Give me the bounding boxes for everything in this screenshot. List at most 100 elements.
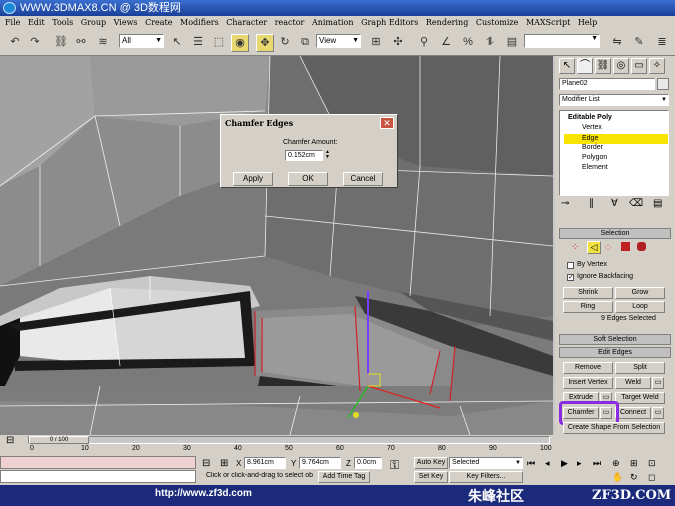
create-tab-icon[interactable]: ↖ — [559, 58, 575, 74]
named-selection-icon[interactable]: ▤ — [503, 34, 521, 52]
chamfer-amount-input[interactable]: 0.152cm — [285, 150, 323, 161]
select-object-icon[interactable]: ↖ — [168, 34, 186, 52]
redo-icon[interactable]: ↷ — [26, 34, 44, 52]
grow-button[interactable]: Grow — [615, 287, 665, 299]
z-coordinate-field[interactable]: 0.0cm — [354, 457, 382, 469]
menu-customize[interactable]: Customize — [476, 18, 519, 27]
cancel-button[interactable]: Cancel — [343, 172, 383, 186]
key-filters-button[interactable]: Key Filters... — [449, 471, 523, 483]
window-crossing-icon[interactable]: ◉ — [231, 34, 249, 52]
maxscript-output[interactable] — [0, 470, 196, 483]
menu-create[interactable]: Create — [145, 18, 172, 27]
menu-edit[interactable]: Edit — [28, 18, 45, 27]
mirror-icon[interactable]: ⇋ — [608, 34, 626, 52]
percent-snap-icon[interactable]: % — [459, 34, 477, 52]
viewport-canvas[interactable] — [0, 56, 553, 435]
spinner-snap-icon[interactable]: ⥮ — [481, 34, 499, 52]
stack-item-edge[interactable]: Edge — [564, 134, 668, 144]
bind-space-warp-icon[interactable]: ≋ — [94, 34, 112, 52]
undo-icon[interactable]: ↶ — [6, 34, 24, 52]
zoom-all-icon[interactable]: ⊞ — [630, 458, 638, 469]
shrink-button[interactable]: Shrink — [563, 287, 613, 299]
edit-edges-rollout-header[interactable]: Edit Edges — [559, 347, 671, 358]
menu-group[interactable]: Group — [81, 18, 106, 27]
named-selection-dropdown[interactable]: ▼ — [524, 34, 600, 48]
go-to-end-icon[interactable]: ⏭ — [593, 458, 601, 469]
time-slider-track[interactable]: 0 / 100 — [28, 436, 550, 444]
element-level-icon[interactable] — [637, 242, 646, 251]
timeline-ruler[interactable]: 0 10 20 30 40 50 60 70 80 90 100 — [30, 445, 552, 455]
apply-button[interactable]: Apply — [233, 172, 273, 186]
select-link-icon[interactable]: ⛓ — [52, 34, 70, 52]
zoom-icon[interactable]: ⊕ — [612, 458, 620, 469]
menu-animation[interactable]: Animation — [312, 18, 354, 27]
display-tab-icon[interactable]: ▭ — [631, 58, 647, 74]
add-time-tag-button[interactable]: Add Time Tag — [318, 471, 370, 483]
perspective-viewport[interactable] — [0, 56, 553, 435]
selection-filter-dropdown[interactable]: All ▼ — [119, 34, 164, 48]
stack-item-polygon[interactable]: Polygon — [582, 154, 607, 161]
remove-button[interactable]: Remove — [563, 362, 613, 374]
layer-manager-icon[interactable]: ≣ — [653, 34, 671, 52]
hierarchy-tab-icon[interactable]: ⛓ — [595, 58, 611, 74]
ring-button[interactable]: Ring — [563, 301, 613, 313]
next-frame-icon[interactable]: ▸ — [577, 458, 582, 469]
mini-curve-icon[interactable]: ⊟ — [6, 435, 14, 446]
utilities-tab-icon[interactable]: ✧ — [649, 58, 665, 74]
menu-graph-editors[interactable]: Graph Editors — [361, 18, 418, 27]
stack-item-border[interactable]: Border — [582, 144, 603, 151]
motion-tab-icon[interactable]: ◎ — [613, 58, 629, 74]
rotate-icon[interactable]: ↻ — [276, 34, 294, 52]
connect-button[interactable]: Connect — [615, 407, 651, 419]
create-shape-button[interactable]: Create Shape From Selection — [563, 422, 665, 434]
show-end-result-icon[interactable]: ∥ — [589, 198, 594, 209]
unlink-icon[interactable]: ⚯ — [72, 34, 90, 52]
make-unique-icon[interactable]: ∀ — [611, 198, 618, 209]
stack-item-element[interactable]: Element — [582, 164, 608, 171]
pin-stack-icon[interactable]: ⊸ — [561, 198, 569, 209]
menu-character[interactable]: Character — [226, 18, 267, 27]
ref-coord-dropdown[interactable]: View ▼ — [316, 34, 361, 48]
select-by-name-icon[interactable]: ☰ — [189, 34, 207, 52]
object-color-swatch[interactable] — [657, 78, 669, 90]
object-name-field[interactable]: Plane02 — [559, 78, 655, 90]
snap-toggle-icon[interactable]: ⚲ — [415, 34, 433, 52]
edge-level-icon[interactable]: ◁ — [587, 241, 601, 254]
connect-settings-icon[interactable]: ▭ — [652, 407, 664, 419]
modify-tab-icon[interactable]: ⌒ — [577, 58, 593, 74]
menu-tools[interactable]: Tools — [52, 18, 73, 27]
ok-button[interactable]: OK — [288, 172, 328, 186]
selection-rollout-header[interactable]: Selection — [559, 228, 671, 239]
region-select-icon[interactable]: ⬚ — [210, 34, 228, 52]
target-weld-button[interactable]: Target Weld — [615, 392, 665, 404]
zoom-extents-icon[interactable]: ⊡ — [648, 458, 656, 469]
ignore-backfacing-checkbox[interactable]: ✓ — [567, 274, 574, 281]
menu-maxscript[interactable]: MAXScript — [526, 18, 570, 27]
menu-modifiers[interactable]: Modifiers — [180, 18, 219, 27]
previous-frame-icon[interactable]: ◂ — [545, 458, 550, 469]
angle-snap-icon[interactable]: ∠ — [437, 34, 455, 52]
stack-item-vertex[interactable]: Vertex — [582, 124, 602, 131]
insert-vertex-button[interactable]: Insert Vertex — [563, 377, 613, 389]
configure-sets-icon[interactable]: ▤ — [653, 198, 662, 209]
weld-button[interactable]: Weld — [615, 377, 651, 389]
split-button[interactable]: Split — [615, 362, 665, 374]
scale-icon[interactable]: ⧉ — [296, 34, 314, 52]
menu-help[interactable]: Help — [578, 18, 597, 27]
weld-settings-icon[interactable]: ▭ — [652, 377, 664, 389]
auto-key-button[interactable]: Auto Key — [414, 457, 448, 469]
stack-item-editable-poly[interactable]: Editable Poly — [568, 114, 612, 121]
menu-rendering[interactable]: Rendering — [426, 18, 468, 27]
chamfer-amount-spinner[interactable]: ▲ ▼ — [324, 150, 331, 161]
move-icon[interactable]: ✥ — [256, 34, 274, 52]
loop-button[interactable]: Loop — [615, 301, 665, 313]
absolute-mode-icon[interactable]: ⊞ — [220, 458, 228, 469]
orbit-icon[interactable]: ↻ — [630, 472, 638, 483]
soft-selection-rollout-header[interactable]: Soft Selection — [559, 334, 671, 345]
set-key-button[interactable]: Set Key — [414, 471, 448, 483]
key-mode-dropdown[interactable]: Selected ▼ — [449, 457, 523, 469]
polygon-level-icon[interactable] — [621, 242, 630, 251]
time-slider-thumb[interactable]: 0 / 100 — [29, 436, 89, 444]
menu-views[interactable]: Views — [114, 18, 138, 27]
maximize-viewport-icon[interactable]: ◻ — [648, 472, 655, 483]
